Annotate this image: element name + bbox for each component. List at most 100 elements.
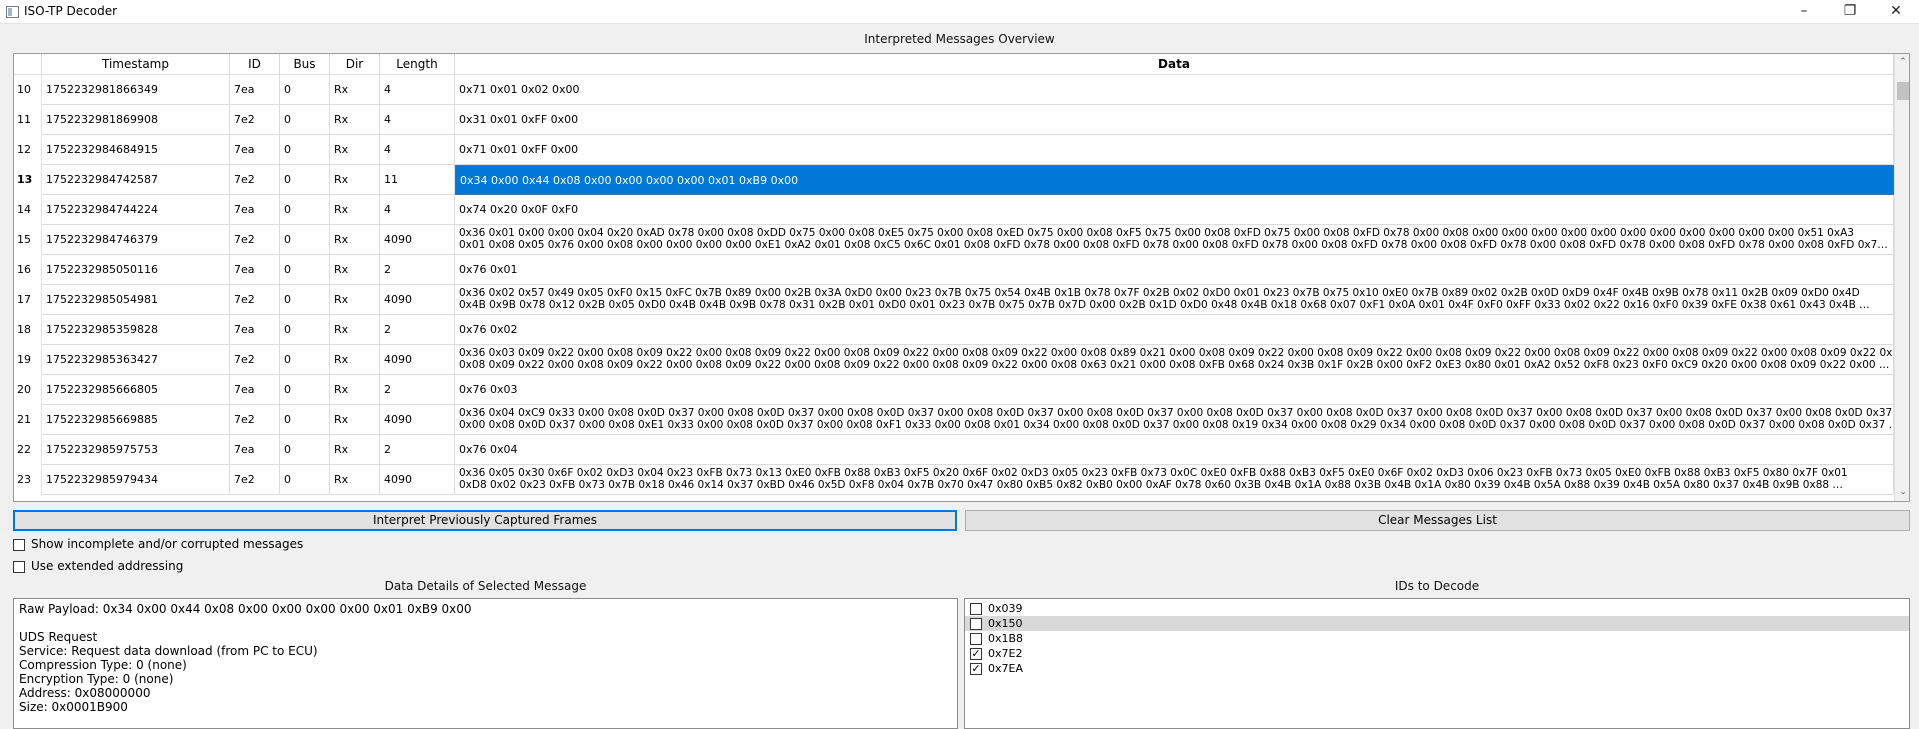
column-header-length[interactable]: Length bbox=[380, 54, 455, 75]
row-number[interactable]: 11 bbox=[14, 105, 42, 135]
row-number[interactable]: 22 bbox=[14, 435, 42, 465]
cell-data: 0x71 0x01 0x02 0x00 bbox=[455, 75, 1894, 105]
row-number[interactable]: 18 bbox=[14, 315, 42, 345]
id-label: 0x7EA bbox=[988, 662, 1023, 675]
table-row[interactable]: 19 1752232985363427 7e2 0 Rx 4090 0x36 0x03 0x… bbox=[14, 345, 1894, 375]
vertical-scrollbar[interactable]: ⌃ ⌄ bbox=[1894, 54, 1909, 501]
data-line: 0x36 0x02 0x57 0x49 0x05 0xF0 0x15 0xFC … bbox=[459, 287, 1860, 299]
checkbox[interactable] bbox=[970, 618, 982, 630]
cell-bus: 0 bbox=[280, 195, 330, 225]
data-line: 0x71 0x01 0x02 0x00 bbox=[459, 83, 580, 96]
detail-line: Encryption Type: 0 (none) bbox=[19, 672, 174, 686]
ids-to-decode-list[interactable]: 0x039 0x150 0x1B8 ✓ 0x7E2 ✓ 0x7EA bbox=[964, 598, 1910, 729]
show-incomplete-checkbox[interactable] bbox=[13, 539, 25, 551]
clear-messages-button[interactable]: Clear Messages List bbox=[965, 510, 1910, 531]
cell-length: 4090 bbox=[380, 405, 455, 435]
table-row[interactable]: 11 1752232981869908 7e2 0 Rx 4 0x31 0x01 0xFF … bbox=[14, 105, 1894, 135]
cell-data: 0x76 0x03 bbox=[455, 375, 1894, 405]
cell-timestamp: 1752232985050116 bbox=[42, 255, 230, 285]
cell-bus: 0 bbox=[280, 285, 330, 315]
cell-dir: Rx bbox=[330, 285, 380, 315]
table-row[interactable]: 17 1752232985054981 7e2 0 Rx 4090 0x36 0x02 0x… bbox=[14, 285, 1894, 315]
column-header-timestamp[interactable]: Timestamp bbox=[42, 54, 230, 75]
row-number[interactable]: 14 bbox=[14, 195, 42, 225]
cell-bus: 0 bbox=[280, 405, 330, 435]
table-row[interactable]: 20 1752232985666805 7ea 0 Rx 2 0x76 0x03 bbox=[14, 375, 1894, 405]
cell-data: 0x74 0x20 0x0F 0xF0 bbox=[455, 195, 1894, 225]
close-button[interactable]: ✕ bbox=[1873, 0, 1919, 24]
cell-data: 0x76 0x04 bbox=[455, 435, 1894, 465]
cell-data: 0x36 0x04 0xC9 0x33 0x00 0x08 0x0D 0x37 … bbox=[455, 405, 1894, 435]
extended-addressing-checkbox[interactable] bbox=[13, 561, 25, 573]
table-row[interactable]: 13 1752232984742587 7e2 0 Rx 11 0x34 0x00 0x44… bbox=[14, 165, 1894, 195]
cell-length: 11 bbox=[380, 165, 455, 195]
cell-data: 0x31 0x01 0xFF 0x00 bbox=[455, 105, 1894, 135]
cell-data: 0x71 0x01 0xFF 0x00 bbox=[455, 135, 1894, 165]
row-number[interactable]: 23 bbox=[14, 465, 42, 495]
cell-id: 7ea bbox=[230, 75, 280, 105]
data-line: 0x01 0x08 0x05 0x76 0x00 0x08 0x00 0x00 … bbox=[459, 239, 1888, 251]
cell-length: 2 bbox=[380, 255, 455, 285]
cell-timestamp: 1752232985359828 bbox=[42, 315, 230, 345]
cell-bus: 0 bbox=[280, 375, 330, 405]
row-number[interactable]: 13 bbox=[14, 165, 42, 195]
row-number[interactable]: 12 bbox=[14, 135, 42, 165]
scroll-up-icon[interactable]: ⌃ bbox=[1895, 54, 1909, 71]
table-row[interactable]: 16 1752232985050116 7ea 0 Rx 2 0x76 0x01 bbox=[14, 255, 1894, 285]
cell-data: 0x76 0x02 bbox=[455, 315, 1894, 345]
id-list-item[interactable]: 0x1B8 bbox=[965, 631, 1909, 646]
table-row[interactable]: 21 1752232985669885 7e2 0 Rx 4090 0x36 0x04 0x… bbox=[14, 405, 1894, 435]
id-list-item[interactable]: ✓ 0x7EA bbox=[965, 661, 1909, 676]
minimize-button[interactable]: – bbox=[1781, 0, 1827, 24]
data-line: 0x08 0x09 0x22 0x00 0x08 0x09 0x22 0x00 … bbox=[459, 359, 1890, 371]
show-incomplete-label: Show incomplete and/or corrupted message… bbox=[31, 537, 304, 551]
row-number[interactable]: 21 bbox=[14, 405, 42, 435]
detail-line: Compression Type: 0 (none) bbox=[19, 658, 187, 672]
cell-id: 7ea bbox=[230, 135, 280, 165]
cell-length: 4090 bbox=[380, 345, 455, 375]
cell-dir: Rx bbox=[330, 225, 380, 255]
checkbox[interactable] bbox=[970, 633, 982, 645]
id-list-item[interactable]: ✓ 0x7E2 bbox=[965, 646, 1909, 661]
messages-table[interactable]: Timestamp ID Bus Dir Length Data 10 17522… bbox=[13, 53, 1910, 502]
scroll-thumb[interactable] bbox=[1897, 82, 1909, 100]
cell-dir: Rx bbox=[330, 105, 380, 135]
row-number[interactable]: 17 bbox=[14, 285, 42, 315]
interpret-frames-button[interactable]: Interpret Previously Captured Frames bbox=[13, 510, 957, 531]
id-list-item[interactable]: 0x039 bbox=[965, 601, 1909, 616]
maximize-button[interactable]: ❐ bbox=[1827, 0, 1873, 24]
table-row[interactable]: 14 1752232984744224 7ea 0 Rx 4 0x74 0x20 0x0F … bbox=[14, 195, 1894, 225]
cell-timestamp: 1752232985363427 bbox=[42, 345, 230, 375]
table-row[interactable]: 23 1752232985979434 7e2 0 Rx 4090 0x36 0x05 0x… bbox=[14, 465, 1894, 495]
row-number[interactable]: 16 bbox=[14, 255, 42, 285]
checked-checkbox-icon[interactable]: ✓ bbox=[970, 663, 982, 675]
column-header-data[interactable]: Data bbox=[455, 54, 1894, 75]
table-row[interactable]: 12 1752232984684915 7ea 0 Rx 4 0x71 0x01 0xFF … bbox=[14, 135, 1894, 165]
cell-dir: Rx bbox=[330, 75, 380, 105]
column-header-dir[interactable]: Dir bbox=[330, 54, 380, 75]
data-line: 0x4B 0x9B 0x78 0x12 0x2B 0x05 0xD0 0x4B … bbox=[459, 299, 1870, 311]
scroll-down-icon[interactable]: ⌄ bbox=[1895, 484, 1909, 501]
row-number[interactable]: 20 bbox=[14, 375, 42, 405]
cell-length: 4090 bbox=[380, 225, 455, 255]
column-header-bus[interactable]: Bus bbox=[280, 54, 330, 75]
column-header-id[interactable]: ID bbox=[230, 54, 280, 75]
checkbox[interactable] bbox=[970, 603, 982, 615]
row-number[interactable]: 19 bbox=[14, 345, 42, 375]
cell-timestamp: 1752232985666805 bbox=[42, 375, 230, 405]
cell-dir: Rx bbox=[330, 195, 380, 225]
cell-dir: Rx bbox=[330, 465, 380, 495]
cell-timestamp: 1752232981869908 bbox=[42, 105, 230, 135]
table-row[interactable]: 15 1752232984746379 7e2 0 Rx 4090 0x36 0x01 0x… bbox=[14, 225, 1894, 255]
table-row[interactable]: 10 1752232981866349 7ea 0 Rx 4 0x71 0x01 0x02 … bbox=[14, 75, 1894, 105]
row-number[interactable]: 10 bbox=[14, 75, 42, 105]
id-list-item[interactable]: 0x150 bbox=[965, 616, 1909, 631]
data-line: 0x36 0x01 0x00 0x00 0x04 0x20 0xAD 0x78 … bbox=[459, 227, 1854, 239]
table-row[interactable]: 18 1752232985359828 7ea 0 Rx 2 0x76 0x02 bbox=[14, 315, 1894, 345]
message-details-text[interactable]: Raw Payload: 0x34 0x00 0x44 0x08 0x00 0x… bbox=[13, 598, 958, 729]
row-number[interactable]: 15 bbox=[14, 225, 42, 255]
table-row[interactable]: 22 1752232985975753 7ea 0 Rx 2 0x76 0x04 bbox=[14, 435, 1894, 465]
checked-checkbox-icon[interactable]: ✓ bbox=[970, 648, 982, 660]
cell-id: 7ea bbox=[230, 375, 280, 405]
data-line: 0x76 0x03 bbox=[459, 383, 518, 396]
